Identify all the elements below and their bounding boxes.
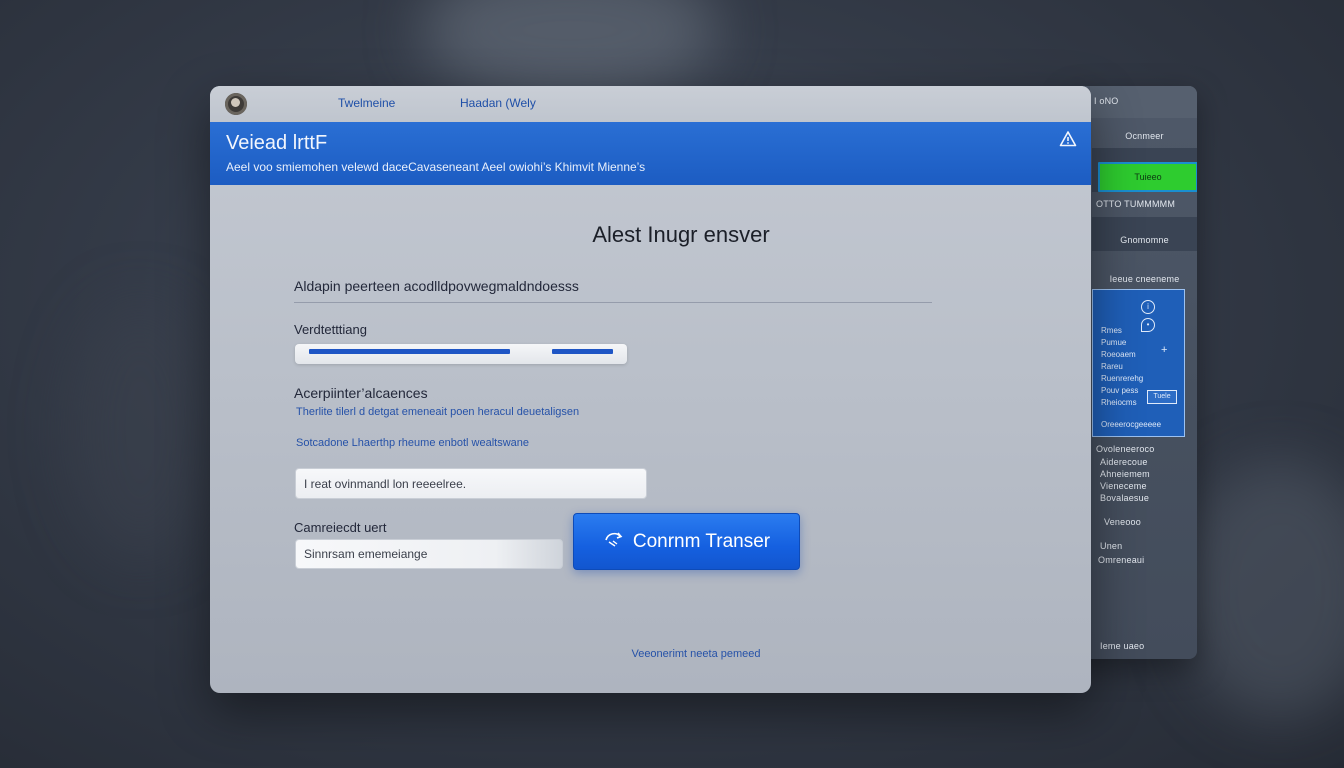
side-panel-section-bg — [1092, 217, 1197, 251]
amount-input[interactable] — [295, 468, 647, 499]
progress-segment — [552, 349, 613, 354]
reference-label: Camreiecdt uert — [294, 520, 387, 535]
side-panel-list-item[interactable]: Ovoleneeroco — [1096, 444, 1197, 454]
reference-input[interactable] — [295, 539, 563, 569]
card-footer: Oreeerocgeeeee — [1101, 420, 1162, 429]
tab-secondary[interactable]: Haadan (Wely — [460, 96, 536, 110]
card-line: Ruenrerehg — [1101, 374, 1144, 383]
side-panel-item[interactable]: Unen — [1100, 541, 1197, 551]
side-panel-list-item[interactable]: Bovalaesue — [1100, 493, 1197, 503]
side-panel-list-item[interactable]: Aiderecoue — [1100, 457, 1197, 467]
card-line: Rmes — [1101, 326, 1122, 335]
side-panel-list-item[interactable]: Vieneceme — [1100, 481, 1197, 491]
side-panel-item[interactable]: Omreneaui — [1098, 555, 1197, 565]
main-window: Twelmeine Haadan (Wely Veiead lrttF Aeel… — [210, 86, 1091, 693]
transfer-arrows-icon-graphic — [605, 532, 623, 547]
side-panel-list-item[interactable]: Ahneiemem — [1100, 469, 1197, 479]
warning-triangle-icon[interactable] — [1058, 130, 1078, 150]
confirm-button-label: Conrnm Transer — [632, 530, 771, 552]
side-panel-list-item[interactable]: Veneooo — [1104, 517, 1197, 527]
plus-icon: + — [1161, 344, 1168, 356]
banner-subtitle: Aeel voo smiemohen velewd daceCavasenean… — [226, 160, 646, 174]
progress-segment — [309, 349, 510, 354]
acceptance-note: Therlite tilerl d detgat emeneait poen h… — [296, 406, 580, 418]
card-line: Rheiocms — [1101, 398, 1137, 407]
section-label: Aldapin peerteen acodlldpovwegmaldndoess… — [294, 278, 579, 294]
card-tag[interactable]: Tuele — [1147, 390, 1177, 404]
title-bar: Twelmeine Haadan (Wely — [210, 86, 1091, 122]
acceptance-label: Acerpiinter’alcaences — [294, 385, 428, 401]
card-line: Roeoaem — [1101, 350, 1136, 359]
card-line: Rareu — [1101, 362, 1123, 371]
divider — [294, 302, 932, 303]
app-logo-icon[interactable] — [225, 93, 247, 115]
info-icon: i — [1141, 300, 1155, 314]
side-panel-item[interactable]: OTTO TUMMMMM — [1096, 199, 1197, 209]
transfer-arrows-icon — [603, 530, 625, 553]
side-panel-card[interactable]: i • Rmes Pumue Roeoaem Rareu Ruenrerehg … — [1092, 289, 1185, 437]
side-panel-active-item[interactable]: Tuieeo — [1098, 162, 1197, 192]
banner-title: Veiead lrttF — [226, 132, 328, 154]
side-panel-header-label: I oNO — [1094, 96, 1119, 106]
warning-triangle-icon-graphic — [1059, 131, 1077, 147]
footer-link[interactable]: Veeonerimt neeta pemeed — [210, 648, 1091, 660]
verification-progress-bar — [295, 344, 627, 364]
side-panel-item[interactable]: Gnomomne — [1092, 235, 1197, 245]
location-pin-icon: • — [1141, 318, 1155, 332]
side-panel-item[interactable]: Ieeue cneeneme — [1092, 274, 1197, 284]
side-panel-bottom-item[interactable]: Ieme uaeo — [1100, 641, 1197, 651]
card-line: Pouv pess — [1101, 386, 1139, 395]
confirm-transfer-button[interactable]: Conrnm Transer — [573, 513, 800, 570]
page-title: Alest Inugr ensver — [592, 222, 770, 247]
progress-label: Verdtetttiang — [294, 322, 367, 337]
background-blur-shape — [1180, 460, 1344, 720]
background-blur-shape — [70, 300, 210, 560]
card-line: Pumue — [1101, 338, 1127, 347]
background-blur-shape — [420, 0, 720, 100]
tab-primary[interactable]: Twelmeine — [338, 96, 395, 110]
side-panel-item[interactable]: Ocnmeer — [1092, 131, 1197, 141]
secondary-note: Sotcadone Lhaerthp rheume enbotl wealtsw… — [296, 437, 529, 449]
header-banner: Veiead lrttF Aeel voo smiemohen velewd d… — [210, 122, 1091, 185]
